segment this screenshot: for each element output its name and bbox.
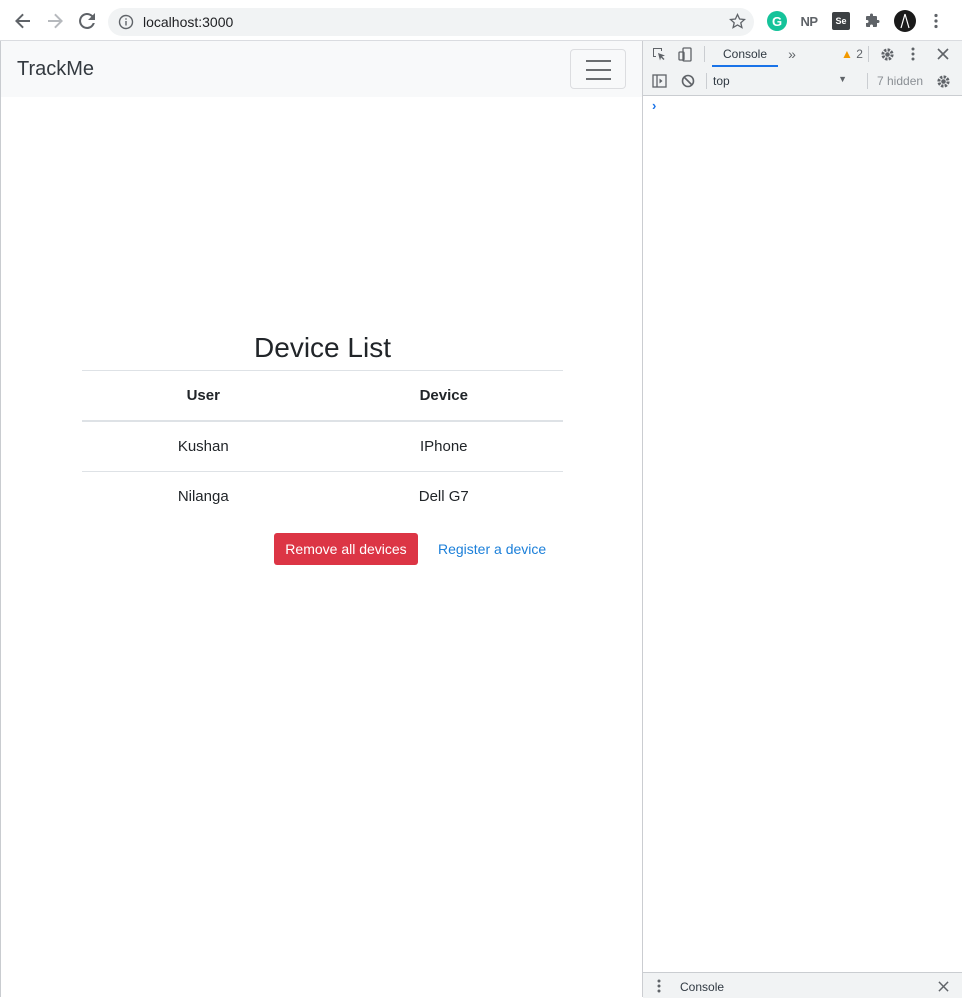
forward-icon[interactable] [44, 10, 66, 32]
table-row: Nilanga Dell G7 [82, 471, 563, 521]
context-value: top [713, 74, 730, 88]
url-text[interactable]: localhost:3000 [143, 14, 233, 30]
reload-icon[interactable] [76, 10, 98, 32]
separator [704, 46, 705, 62]
browser-toolbar: localhost:3000 G NP Se [0, 0, 962, 41]
separator [706, 73, 707, 89]
warning-triangle-icon: ▲ [841, 47, 853, 61]
table-cell-device: Dell G7 [324, 471, 563, 521]
extensions-puzzle-icon[interactable] [863, 10, 883, 32]
context-selector[interactable]: top ▼ [713, 74, 847, 90]
hamburger-icon-bar [586, 69, 611, 71]
profile-avatar-icon[interactable] [894, 10, 916, 32]
bookmark-star-icon[interactable] [728, 12, 747, 35]
hamburger-icon [586, 60, 611, 62]
column-header-device: Device [324, 370, 563, 422]
browser-menu-icon[interactable] [928, 10, 944, 32]
device-toolbar-icon[interactable] [677, 46, 693, 62]
table-cell-user: Nilanga [82, 471, 325, 521]
hamburger-icon-bar [586, 78, 611, 80]
console-settings-gear-icon[interactable] [935, 73, 951, 89]
separator [868, 46, 869, 62]
drawer-tab-console[interactable]: Console [680, 980, 724, 994]
hidden-messages-count[interactable]: 7 hidden [877, 74, 923, 88]
selenium-extension-icon[interactable]: Se [832, 12, 850, 30]
np-extension-icon[interactable]: NP [799, 10, 819, 32]
page-title: Device List [254, 332, 391, 363]
console-toolbar: top ▼ 7 hidden [643, 68, 962, 96]
page-viewport: TrackMe Device List User Device Kushan I… [0, 41, 642, 997]
column-header-user: User [82, 370, 325, 422]
tab-console[interactable]: Console [712, 41, 778, 67]
warning-count: 2 [856, 47, 863, 61]
grammarly-extension-icon[interactable]: G [767, 11, 787, 31]
table-cell-user: Kushan [82, 420, 325, 472]
devtools-tab-bar: Console » ▲ 2 [643, 41, 962, 69]
close-devtools-icon[interactable] [935, 46, 951, 62]
separator [867, 73, 868, 89]
devtools-drawer: Console [643, 972, 962, 998]
navbar-toggler-button[interactable] [570, 49, 626, 89]
table-header-row: User Device [82, 370, 563, 422]
dropdown-caret-icon: ▼ [838, 74, 847, 84]
device-table: User Device Kushan IPhone Nilanga Dell G… [82, 370, 563, 521]
warning-counter[interactable]: ▲ 2 [841, 47, 863, 61]
more-tabs-chevron-icon[interactable]: » [785, 46, 799, 62]
actions-row: Remove all devices Register a device [82, 533, 563, 565]
drawer-menu-icon[interactable] [655, 978, 663, 994]
navbar-brand[interactable]: TrackMe [17, 58, 94, 81]
back-icon[interactable] [12, 10, 34, 32]
close-drawer-icon[interactable] [935, 978, 951, 994]
devtools-menu-icon[interactable] [908, 46, 918, 62]
remove-all-devices-button[interactable]: Remove all devices [274, 533, 418, 565]
table-cell-device: IPhone [324, 420, 563, 472]
inspect-element-icon[interactable] [651, 46, 667, 62]
register-device-link[interactable]: Register a device [438, 541, 546, 557]
clear-console-icon[interactable] [680, 73, 696, 89]
info-icon[interactable] [118, 14, 134, 35]
table-row: Kushan IPhone [82, 420, 563, 472]
address-bar[interactable]: localhost:3000 [108, 8, 754, 36]
console-prompt[interactable]: › [652, 98, 656, 113]
navbar: TrackMe [1, 41, 642, 97]
toggle-sidebar-icon[interactable] [651, 73, 667, 89]
settings-gear-icon[interactable] [879, 46, 895, 62]
device-list-section: Device List User Device Kushan IPhone Ni… [82, 330, 563, 565]
devtools-panel: Console » ▲ 2 top ▼ 7 hidden › Console [642, 41, 962, 998]
